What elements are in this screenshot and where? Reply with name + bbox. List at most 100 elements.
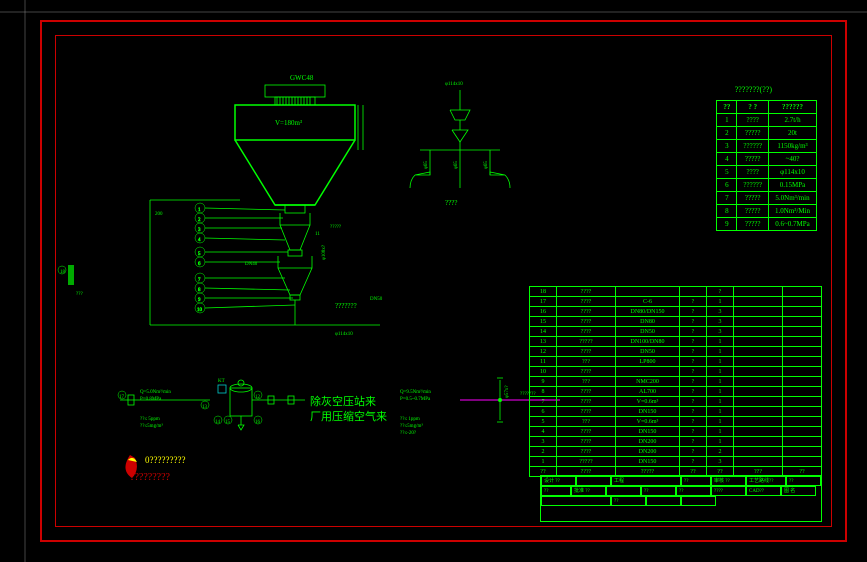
titleblock-cell: 审核 ?? (711, 476, 746, 486)
svg-text:φ65: φ65 (424, 161, 429, 169)
silo-model: GWC48 (290, 74, 314, 82)
titleblock-cell: ???? (711, 486, 746, 496)
bom-row: 9???NMC200?1 (530, 377, 822, 387)
titleblock-cell (606, 486, 641, 496)
svg-text:17: 17 (119, 395, 125, 400)
bom-row: 17????C-6?1 (530, 297, 822, 307)
bom-row: 11???LP800?1 (530, 357, 822, 367)
cn-label-2: 厂用压缩空气来 (310, 409, 387, 423)
svg-text:φ114x10: φ114x10 (335, 332, 353, 337)
svg-text:????: ???? (445, 199, 457, 207)
svg-text:??≤ 1ppm: ??≤ 1ppm (400, 417, 420, 422)
svg-text:DN50: DN50 (370, 297, 383, 302)
silo-volume: V=180m³ (275, 119, 302, 127)
bom-row: 1?????DN150?3 (530, 457, 822, 467)
svg-text:3: 3 (198, 228, 201, 233)
watermark-line2: ????????? (130, 472, 171, 483)
svg-text:KT: KT (218, 379, 225, 384)
svg-text:??≤-20?: ??≤-20? (400, 431, 417, 436)
param-row: 4?????~40? (717, 153, 817, 166)
svg-text:10: 10 (197, 308, 203, 313)
param-table-title: ???????(??) (735, 85, 772, 94)
svg-text:Q=5.0Nm³/min: Q=5.0Nm³/min (140, 389, 171, 395)
titleblock-cell (646, 496, 681, 506)
titleblock-cell (541, 496, 611, 506)
watermark-line1: 0????????? (145, 455, 185, 465)
bom-row: 8????AL700?1 (530, 387, 822, 397)
bom-row: 12????DN50?1 (530, 347, 822, 357)
svg-text:200: 200 (155, 212, 163, 217)
svg-text:9: 9 (198, 298, 201, 303)
svg-text:φ114x10: φ114x10 (445, 82, 463, 87)
bom-row: 18????? (530, 287, 822, 297)
svg-text:4: 4 (198, 238, 201, 243)
svg-text:14: 14 (215, 420, 221, 425)
titleblock-cell: ?? (676, 486, 711, 496)
svg-text:7: 7 (198, 278, 201, 283)
svg-text:P=0.5~0.7MPa: P=0.5~0.7MPa (400, 397, 431, 402)
bom-row: 6????DN150?1 (530, 407, 822, 417)
titleblock-cell: ?? (541, 486, 571, 496)
param-row: 3??????1150kg/m³ (717, 140, 817, 153)
titleblock-cell: 图 名 (781, 486, 816, 496)
svg-text:DN40: DN40 (245, 262, 258, 267)
bom-row: 5???V=0.6m³?1 (530, 417, 822, 427)
svg-text:13: 13 (202, 405, 208, 410)
svg-text:P=0.8MPa: P=0.8MPa (140, 397, 162, 402)
svg-text:11: 11 (315, 232, 320, 237)
titleblock-cell: ?? (786, 476, 821, 486)
bom-row: 2????DN200?2 (530, 447, 822, 457)
svg-text:φ65: φ65 (454, 161, 459, 169)
cn-label-1: 除灰空压站来 (310, 394, 376, 408)
bom-row: 3????DN200?1 (530, 437, 822, 447)
titleblock-cell: CAD?? (746, 486, 781, 496)
bom-row: 4????DN150?1 (530, 427, 822, 437)
titleblock-cell: ?? (641, 486, 676, 496)
param-row: 2?????20t (717, 127, 817, 140)
param-row: 7?????5.0Nm³/min (717, 192, 817, 205)
svg-text:φ65: φ65 (484, 161, 489, 169)
bom-row: 7????V=0.6m³?1 (530, 397, 822, 407)
svg-text:φ57x?: φ57x? (505, 385, 510, 398)
svg-text:???: ??? (76, 292, 83, 297)
param-row: 1????2.7t/h (717, 114, 817, 127)
svg-text:2: 2 (198, 218, 201, 223)
titleblock-cell: ?? (611, 496, 646, 506)
bom-row: 10?????1 (530, 367, 822, 377)
svg-text:?????: ????? (330, 225, 342, 230)
titleblock-cell: 工艺路线?? (746, 476, 786, 486)
title-block: 设计 ??工程??审核 ??工艺路线??????批准 ??????????CAD… (540, 475, 822, 522)
svg-text:15: 15 (225, 420, 231, 425)
titleblock-cell: 设计 ?? (541, 476, 576, 486)
param-header: ?? (717, 101, 737, 114)
titleblock-cell: ?? (681, 476, 711, 486)
svg-text:??≤ 5ppm: ??≤ 5ppm (140, 417, 160, 422)
svg-text:??≤5mg/m³: ??≤5mg/m³ (140, 423, 163, 429)
svg-text:5: 5 (198, 252, 201, 257)
param-row: 8?????1.0Nm³/Min (717, 205, 817, 218)
titleblock-cell (681, 496, 716, 506)
bom-row: 16????DN80/DN150?3 (530, 307, 822, 317)
parameter-table: ??? ??????? 1????2.7t/h2?????20t3??????1… (716, 100, 817, 231)
svg-text:18: 18 (60, 270, 66, 275)
bom-row: 15????DN80?3 (530, 317, 822, 327)
param-header: ? ? (737, 101, 769, 114)
param-row: 9?????0.6~0.7MPa (717, 218, 817, 231)
svg-text:1: 1 (198, 208, 201, 213)
titleblock-cell: 工程 (611, 476, 681, 486)
param-row: 5????φ114x10 (717, 166, 817, 179)
svg-text:6: 6 (198, 262, 201, 267)
titleblock-cell: 批准 ?? (571, 486, 606, 496)
svg-text:8: 8 (198, 288, 201, 293)
titleblock-cell (576, 476, 611, 486)
param-row: 6??????0.15MPa (717, 179, 817, 192)
svg-text:???????: ??????? (335, 302, 357, 310)
svg-text:12: 12 (255, 395, 261, 400)
bom-table: 18?????17????C-6?116????DN80/DN150?315??… (529, 286, 822, 477)
bom-row: 13?????DN100/DN80?1 (530, 337, 822, 347)
svg-text:Q=9.5Nm³/min: Q=9.5Nm³/min (400, 389, 431, 395)
bom-row: 14????DN50?3 (530, 327, 822, 337)
svg-text:16: 16 (255, 420, 261, 425)
svg-text:φ108x?: φ108x? (322, 244, 327, 260)
param-header: ?????? (769, 101, 817, 114)
